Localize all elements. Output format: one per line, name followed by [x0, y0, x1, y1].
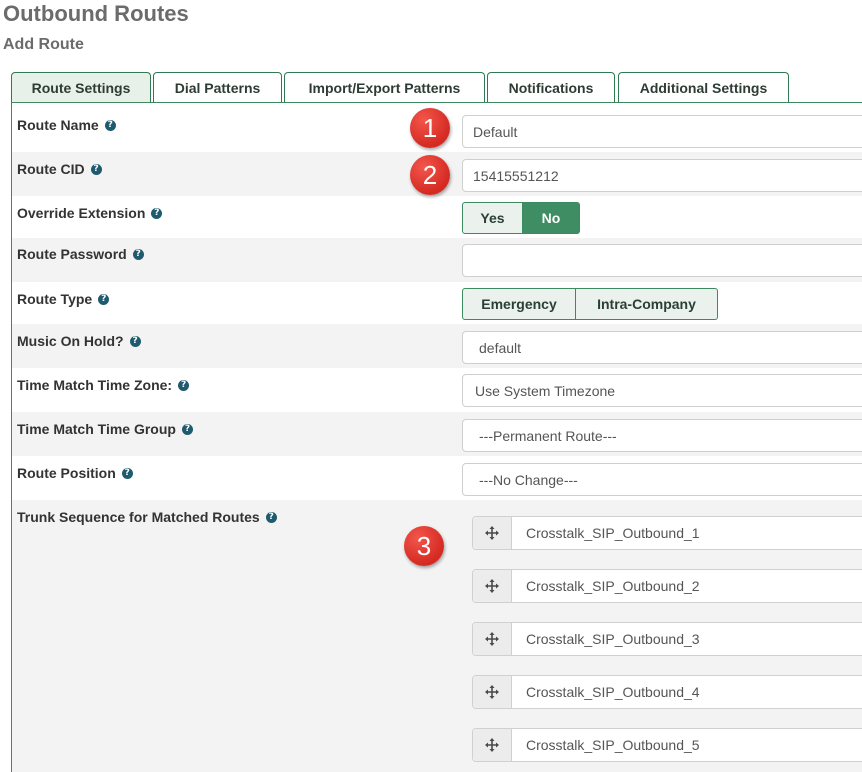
row-route-type: Route Type ?: [12, 282, 862, 324]
route-cid-label: Route CID: [17, 161, 85, 177]
tab-import-export-patterns[interactable]: Import/Export Patterns: [284, 72, 485, 102]
music-on-hold-label: Music On Hold?: [17, 333, 124, 349]
time-zone-label: Time Match Time Zone:: [17, 377, 173, 393]
drag-handle-icon[interactable]: [473, 623, 512, 655]
trunk-sequence-label: Trunk Sequence for Matched Routes: [17, 509, 260, 525]
help-icon[interactable]: ?: [151, 207, 163, 219]
time-zone-select[interactable]: Use System Timezone: [462, 374, 862, 407]
trunk-item[interactable]: Crosstalk_SIP_Outbound_4: [472, 675, 862, 709]
help-icon[interactable]: ?: [181, 423, 193, 435]
trunk-item[interactable]: Crosstalk_SIP_Outbound_5: [472, 728, 862, 762]
annotation-marker-3: 3: [404, 526, 444, 566]
route-position-label: Route Position: [17, 465, 116, 481]
trunk-item[interactable]: Crosstalk_SIP_Outbound_1: [472, 516, 862, 550]
music-on-hold-select[interactable]: default: [462, 331, 862, 364]
tab-route-settings[interactable]: Route Settings: [11, 72, 151, 103]
override-yes-button[interactable]: Yes: [462, 202, 523, 234]
help-icon[interactable]: ?: [98, 293, 110, 305]
trunk-name: Crosstalk_SIP_Outbound_5: [526, 737, 700, 753]
trunk-name: Crosstalk_SIP_Outbound_4: [526, 684, 700, 700]
time-group-label: Time Match Time Group: [17, 421, 176, 437]
help-icon[interactable]: ?: [132, 248, 144, 260]
tab-additional-settings[interactable]: Additional Settings: [618, 72, 789, 102]
route-type-label: Route Type: [17, 291, 93, 307]
route-type-intra-company-button[interactable]: Intra-Company: [576, 288, 718, 320]
route-password-label: Route Password: [17, 246, 127, 262]
help-icon[interactable]: ?: [265, 511, 277, 523]
route-name-label: Route Name: [17, 117, 99, 133]
help-icon[interactable]: ?: [129, 335, 141, 347]
route-name-input[interactable]: Default: [462, 115, 862, 148]
help-icon[interactable]: ?: [104, 119, 116, 131]
drag-handle-icon[interactable]: [473, 729, 512, 761]
time-group-select[interactable]: ---Permanent Route---: [462, 419, 862, 452]
trunk-name: Crosstalk_SIP_Outbound_2: [526, 578, 700, 594]
help-icon[interactable]: ?: [90, 163, 102, 175]
trunk-item[interactable]: Crosstalk_SIP_Outbound_2: [472, 569, 862, 603]
row-override-extension: Override Extension ?: [12, 196, 862, 238]
route-password-input[interactable]: [462, 244, 862, 277]
annotation-marker-2: 2: [410, 155, 450, 195]
tab-dial-patterns[interactable]: Dial Patterns: [153, 72, 282, 102]
route-type-toggle: Emergency Intra-Company: [462, 288, 718, 320]
trunk-name: Crosstalk_SIP_Outbound_1: [526, 525, 700, 541]
help-icon[interactable]: ?: [121, 467, 133, 479]
override-no-button[interactable]: No: [523, 202, 580, 234]
route-type-emergency-button[interactable]: Emergency: [462, 288, 576, 320]
annotation-marker-1: 1: [410, 108, 450, 148]
tab-notifications[interactable]: Notifications: [487, 72, 615, 102]
drag-handle-icon[interactable]: [473, 570, 512, 602]
drag-handle-icon[interactable]: [473, 517, 512, 549]
route-position-select[interactable]: ---No Change---: [462, 463, 862, 496]
drag-handle-icon[interactable]: [473, 676, 512, 708]
page-subtitle: Add Route: [3, 36, 84, 53]
trunk-name: Crosstalk_SIP_Outbound_3: [526, 631, 700, 647]
override-extension-label: Override Extension: [17, 205, 146, 221]
page-title: Outbound Routes: [3, 1, 189, 26]
trunk-item[interactable]: Crosstalk_SIP_Outbound_3: [472, 622, 862, 656]
route-cid-input[interactable]: 15415551212: [462, 159, 862, 192]
override-extension-toggle: Yes No: [462, 202, 580, 234]
help-icon[interactable]: ?: [178, 379, 190, 391]
